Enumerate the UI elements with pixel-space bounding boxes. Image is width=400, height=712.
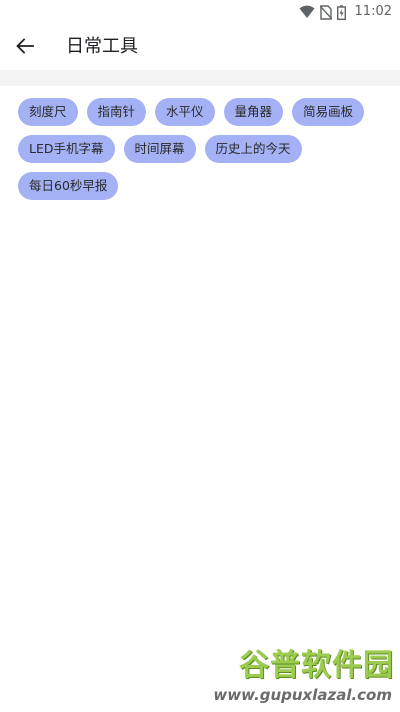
tool-chip-level[interactable]: 水平仪 — [155, 98, 215, 126]
tool-chip-list: 刻度尺 指南针 水平仪 量角器 简易画板 LED手机字幕 时间屏幕 历史上的今天… — [18, 98, 388, 200]
header-divider — [0, 70, 400, 86]
tool-chip-drawing-board[interactable]: 简易画板 — [292, 98, 365, 126]
app-bar: 日常工具 — [0, 24, 400, 70]
status-bar: 11:02 — [0, 0, 400, 24]
tool-chip-history-today[interactable]: 历史上的今天 — [204, 135, 302, 163]
watermark: 谷普软件园 www.gupuxlazal.com — [213, 648, 396, 708]
tool-chip-daily-news[interactable]: 每日60秒早报 — [18, 172, 119, 200]
no-sim-icon — [319, 4, 332, 20]
battery-charging-icon — [336, 4, 346, 20]
status-time: 11:02 — [354, 4, 392, 19]
status-icons: 11:02 — [299, 3, 392, 21]
tool-chip-led-subtitle[interactable]: LED手机字幕 — [18, 135, 115, 163]
watermark-url: www.gupuxlazal.com — [213, 686, 392, 704]
wifi-icon — [299, 5, 315, 19]
arrow-left-icon — [16, 37, 34, 59]
back-button[interactable] — [12, 35, 38, 61]
tool-chip-compass[interactable]: 指南针 — [86, 98, 147, 126]
tool-chip-time-screen[interactable]: 时间屏幕 — [123, 135, 196, 163]
tool-chip-protractor[interactable]: 量角器 — [223, 98, 284, 126]
page-title: 日常工具 — [66, 36, 138, 57]
watermark-brand: 谷普软件园 — [239, 648, 394, 683]
tool-chip-ruler[interactable]: 刻度尺 — [18, 98, 78, 126]
